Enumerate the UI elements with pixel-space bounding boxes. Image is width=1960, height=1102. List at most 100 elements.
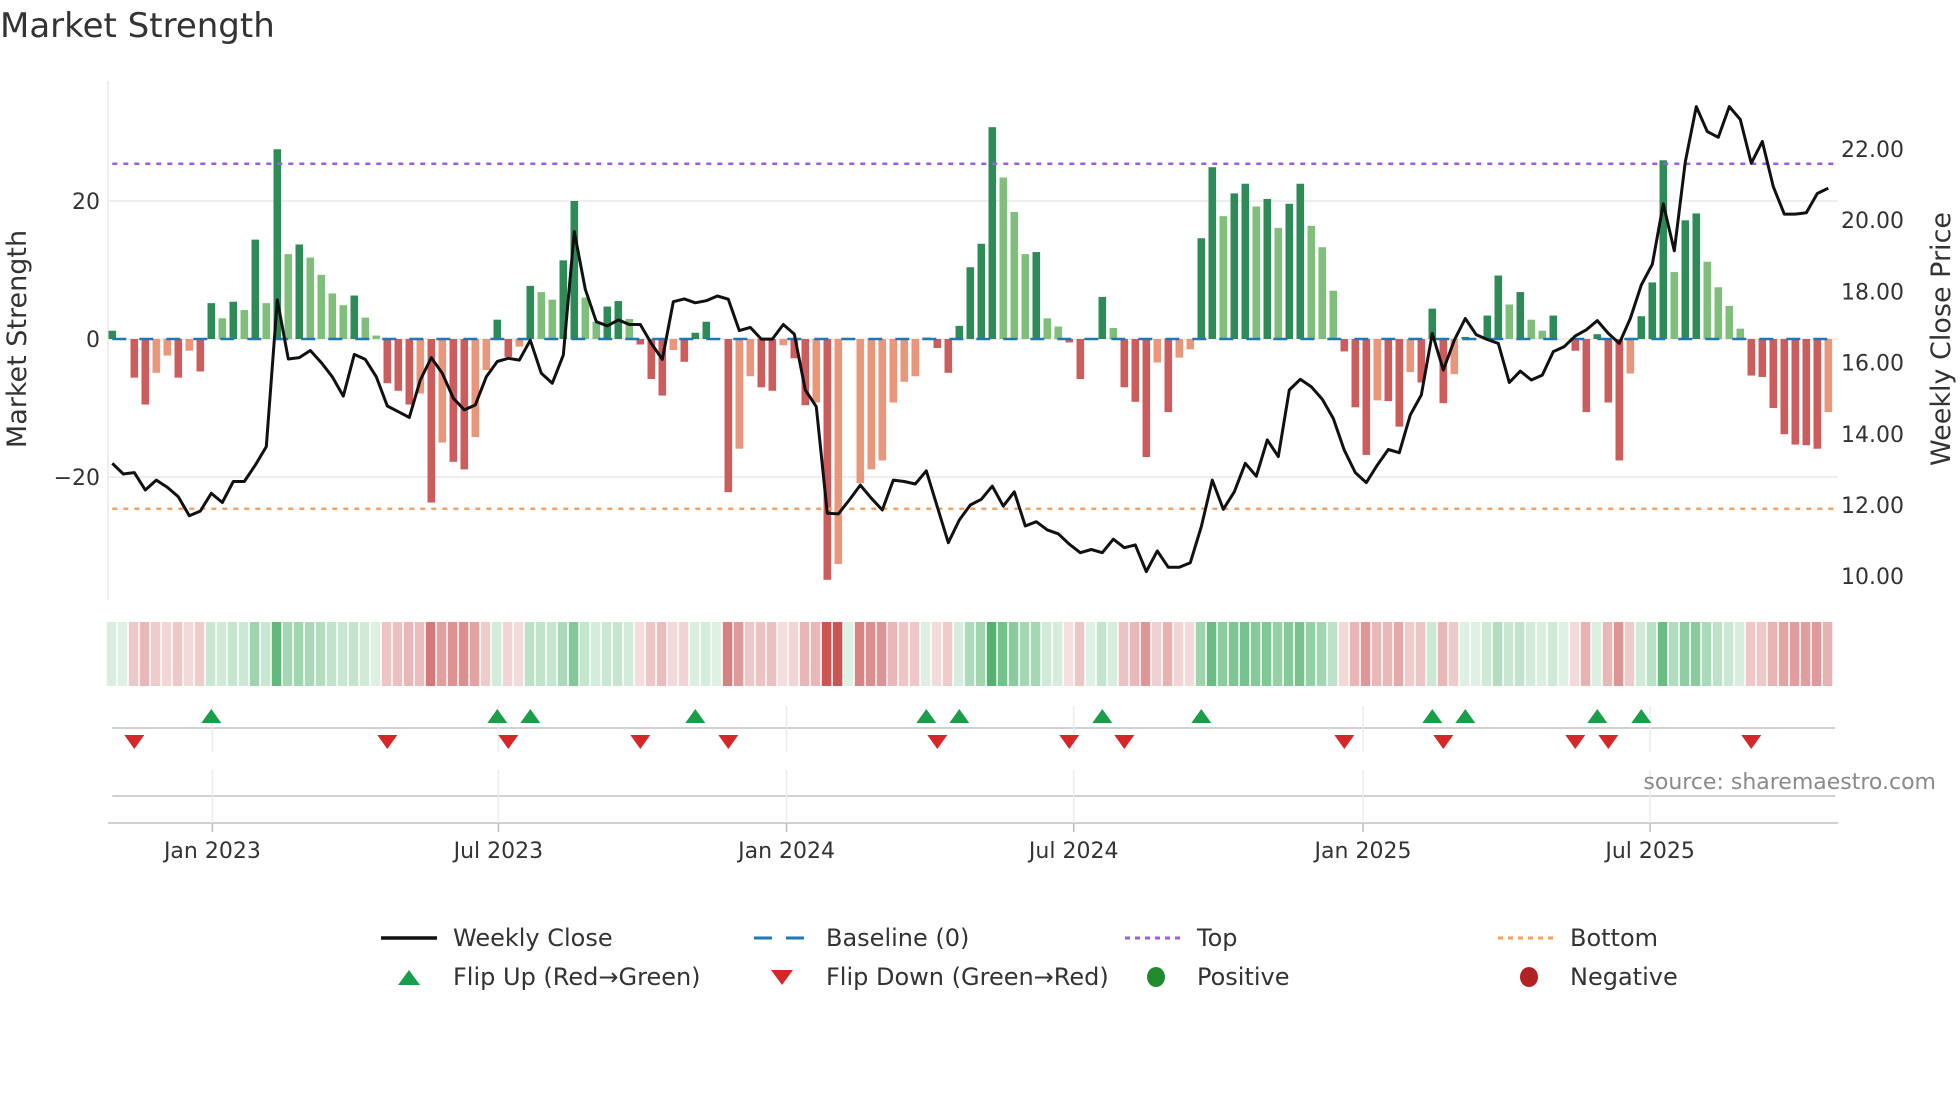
flip-down-marker xyxy=(718,735,739,749)
strength-cell xyxy=(1745,622,1756,686)
strength-cell xyxy=(227,622,238,686)
strength-cell xyxy=(733,622,744,686)
legend-label: Negative xyxy=(1570,963,1678,991)
flip-down-marker xyxy=(377,735,398,749)
strength-bar xyxy=(1714,287,1723,339)
strength-cell xyxy=(755,622,766,686)
strength-cell xyxy=(249,622,260,686)
legend-label: Bottom xyxy=(1570,924,1659,952)
strength-bar xyxy=(669,339,678,351)
legend-flip-up: Flip Up (Red→Green) xyxy=(381,963,701,991)
strength-cell xyxy=(1800,622,1811,686)
strength-cell xyxy=(777,622,788,686)
strength-cell xyxy=(381,622,392,686)
strength-cell xyxy=(260,622,271,686)
strength-cell xyxy=(766,622,777,686)
strength-bar xyxy=(1054,326,1063,339)
strength-cell xyxy=(645,622,656,686)
strength-cell xyxy=(821,622,832,686)
strength-bar xyxy=(339,305,348,339)
strength-cell xyxy=(810,622,821,686)
strength-bar xyxy=(1109,327,1118,339)
strength-bar xyxy=(1186,339,1195,350)
y2-tick-label: 20.00 xyxy=(1841,209,1904,234)
flip-down-marker xyxy=(927,735,948,749)
strength-bar xyxy=(163,339,172,356)
strength-cell xyxy=(744,622,755,686)
y-tick-label: 20 xyxy=(72,190,100,215)
strength-bar xyxy=(724,339,733,493)
flip-up-marker xyxy=(1631,709,1652,723)
circle-icon xyxy=(1147,967,1165,987)
y-tick-label: 0 xyxy=(86,328,100,353)
legend-top: Top xyxy=(1125,924,1238,952)
strength-cell xyxy=(1459,622,1470,686)
strength-bar xyxy=(1549,315,1558,339)
strength-cell xyxy=(1448,622,1459,686)
strength-cell xyxy=(667,622,678,686)
strength-cell xyxy=(414,622,425,686)
legend-label: Flip Down (Green→Red) xyxy=(826,963,1109,991)
strength-cell xyxy=(788,622,799,686)
strength-bar xyxy=(1615,339,1624,461)
strength-cell xyxy=(1349,622,1360,686)
strength-cell xyxy=(1492,622,1503,686)
strength-cell xyxy=(931,622,942,686)
strength-bar xyxy=(812,339,821,403)
strength-bar xyxy=(1263,198,1272,339)
strength-bar xyxy=(328,293,337,339)
strength-cell xyxy=(282,622,293,686)
strength-cell xyxy=(1591,622,1602,686)
strength-bar xyxy=(878,339,887,461)
strength-bar xyxy=(1175,339,1184,358)
strength-cell xyxy=(898,622,909,686)
strength-cell xyxy=(1250,622,1261,686)
strength-cell xyxy=(656,622,667,686)
y2-tick-label: 12.00 xyxy=(1841,494,1904,519)
strength-bar xyxy=(1318,247,1327,339)
strength-cell xyxy=(1272,622,1283,686)
strength-cell xyxy=(1679,622,1690,686)
strength-bar xyxy=(735,339,744,449)
strength-bar xyxy=(1670,272,1679,339)
strength-bar xyxy=(757,339,766,388)
strength-bar xyxy=(1274,227,1283,339)
strength-bar xyxy=(966,267,975,339)
strength-bar xyxy=(1021,254,1030,339)
flip-up-marker xyxy=(520,709,541,723)
strength-cell xyxy=(1426,622,1437,686)
strength-bar xyxy=(1692,213,1701,339)
strength-cell xyxy=(1580,622,1591,686)
y2-tick-label: 16.00 xyxy=(1841,352,1904,377)
flip-up-marker xyxy=(916,709,937,723)
strength-bar xyxy=(1142,339,1151,457)
strength-bar xyxy=(284,254,293,339)
strength-cell xyxy=(194,622,205,686)
strength-bar xyxy=(1494,275,1503,339)
y-axis-title: Market Strength xyxy=(2,230,33,448)
strength-bar xyxy=(999,177,1008,339)
flip-down-marker xyxy=(1433,735,1454,749)
strength-cell xyxy=(986,622,997,686)
strength-cell xyxy=(1184,622,1195,686)
strength-bar xyxy=(1010,212,1019,339)
strength-bar xyxy=(504,339,513,357)
strength-bar xyxy=(768,339,777,391)
flip-up-marker xyxy=(1191,709,1212,723)
flip-up-marker xyxy=(685,709,706,723)
strength-cell xyxy=(1602,622,1613,686)
strength-bar xyxy=(1120,339,1129,388)
strength-cell xyxy=(854,622,865,686)
x-tick-label: Jul 2024 xyxy=(1027,839,1119,864)
strength-cell xyxy=(172,622,183,686)
strength-cell xyxy=(557,622,568,686)
strength-bar xyxy=(592,321,601,339)
strength-bar xyxy=(240,310,249,339)
strength-cell xyxy=(117,622,128,686)
strength-cell xyxy=(1756,622,1767,686)
strength-cell xyxy=(403,622,414,686)
strength-cell xyxy=(799,622,810,686)
strength-bar xyxy=(1252,206,1261,339)
flip-up-marker xyxy=(1455,709,1476,723)
strength-cell xyxy=(1404,622,1415,686)
